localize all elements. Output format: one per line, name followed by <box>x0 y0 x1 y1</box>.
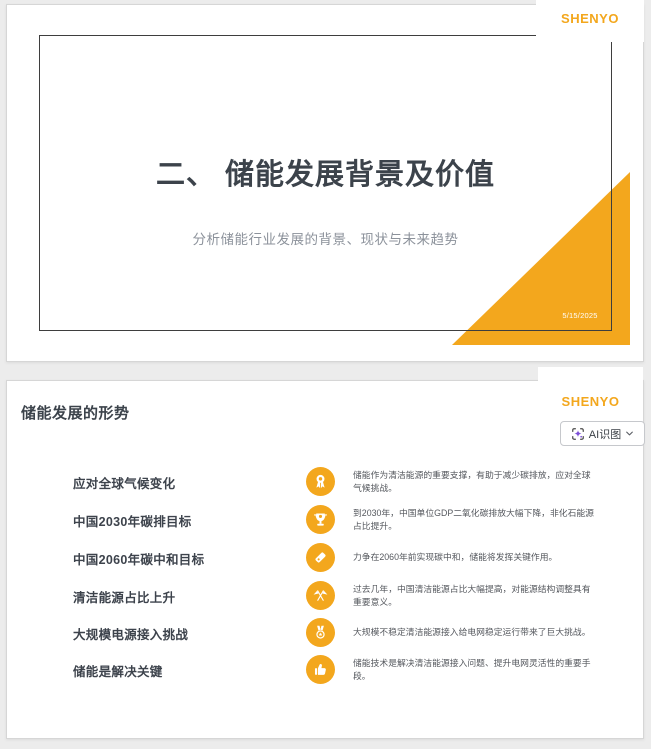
medal-icon <box>306 618 335 647</box>
slide-1-subtitle: 分析储能行业发展的背景、现状与未来趋势 <box>192 232 459 247</box>
editor-canvas: 二、 储能发展背景及价值 分析储能行业发展的背景、现状与未来趋势 5/15/20… <box>0 0 651 749</box>
scan-sparkle-icon <box>571 427 585 441</box>
item-label: 中国2060年碳中和目标 <box>73 552 205 567</box>
item-label: 储能是解决关键 <box>73 664 163 679</box>
list-item: 储能是解决关键 储能技术是解决清洁能源接入问题、提升电网灵活性的重要手段。 <box>6 650 644 690</box>
item-label: 大规模电源接入挑战 <box>73 627 189 642</box>
slide-2-title: 储能发展的形势 <box>21 405 130 422</box>
list-item: 中国2060年碳中和目标 力争在2060年前实现碳中和，储能将发挥关键作用。 <box>6 538 644 578</box>
ai-recognize-button[interactable]: AI识图 <box>560 421 645 446</box>
award-rosette-icon <box>306 467 335 496</box>
slide-1-title: 二、 储能发展背景及价值 <box>155 159 496 191</box>
slide-1-logo-box: SHENYO <box>536 0 644 42</box>
brand-logo: SHENYO <box>561 394 620 409</box>
trophy-icon <box>306 505 335 534</box>
item-description: 储能技术是解决清洁能源接入问题、提升电网灵活性的重要手段。 <box>353 657 591 682</box>
item-description: 储能作为清洁能源的重要支撑，有助于减少碳排放，应对全球气候挑战。 <box>353 469 591 494</box>
slide-date: 5/15/2025 <box>562 311 598 320</box>
list-item: 清洁能源占比上升 过去几年，中国清洁能源占比大幅提高，对能源结构调整具有重要意义… <box>6 576 644 616</box>
crossed-flags-icon <box>306 581 335 610</box>
thumbs-up-icon <box>306 655 335 684</box>
tag-icon <box>306 543 335 572</box>
item-label: 清洁能源占比上升 <box>73 590 176 605</box>
list-item: 中国2030年碳排目标 到2030年，中国单位GDP二氧化碳排放大幅下降，非化石… <box>6 500 644 540</box>
item-label: 应对全球气候变化 <box>73 476 176 491</box>
item-description: 力争在2060年前实现碳中和，储能将发挥关键作用。 <box>353 552 558 563</box>
chevron-down-icon[interactable] <box>625 430 634 437</box>
slide-2-logo-box: SHENYO <box>538 367 643 419</box>
item-description: 大规模不稳定清洁能源接入给电网稳定运行带来了巨大挑战。 <box>353 627 591 638</box>
item-description: 到2030年，中国单位GDP二氧化碳排放大幅下降，非化石能源占比提升。 <box>353 507 594 532</box>
list-item: 大规模电源接入挑战 大规模不稳定清洁能源接入给电网稳定运行带来了巨大挑战。 <box>6 613 644 653</box>
item-description: 过去几年，中国清洁能源占比大幅提高，对能源结构调整具有重要意义。 <box>353 583 591 608</box>
ai-button-label: AI识图 <box>588 428 622 441</box>
list-item: 应对全球气候变化 储能作为清洁能源的重要支撑，有助于减少碳排放，应对全球气候挑战… <box>6 462 644 502</box>
brand-logo: SHENYO <box>561 11 619 26</box>
item-label: 中国2030年碳排目标 <box>73 514 192 529</box>
